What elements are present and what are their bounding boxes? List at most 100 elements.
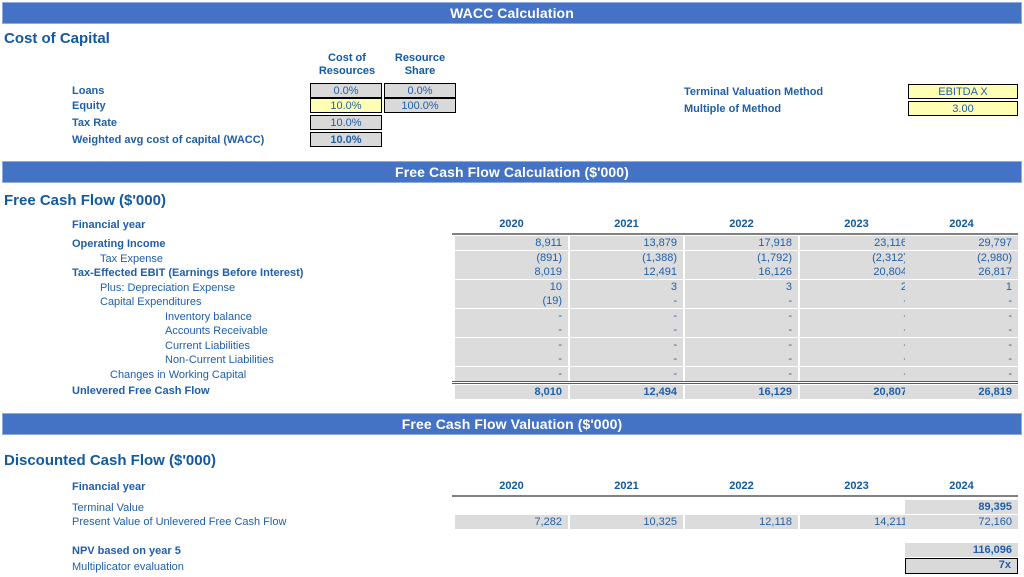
fcf-cell: - [685,323,798,337]
fcf-cell: - [570,309,683,323]
fcf-label-unlevered-free-cash-flow: Unlevered Free Cash Flow [72,385,210,397]
fcf-cell: - [905,367,1018,381]
fcf-cell: 16,126 [685,265,798,279]
dcf-cell: 14,211 [800,515,913,529]
fcf-cell: 29,797 [905,236,1018,250]
dcf-terminal-value-cell: 89,395 [905,500,1018,514]
banner-free-cash-flow-valuation: Free Cash Flow Valuation ($'000) [2,413,1022,435]
fcf-cell: (2,312) [800,251,913,265]
fcf-label-current-liabilities: Current Liabilities [165,340,250,352]
fcf-cell: 2 [800,280,913,294]
dcf-npv-value: 116,096 [905,543,1018,557]
fcf-cell: 3 [685,280,798,294]
fcf-label-operating-income: Operating Income [72,238,166,250]
label-weighted-avg-cost-of-capital: Weighted avg cost of capital (WACC) [72,134,265,146]
fcf-cell: - [455,323,568,337]
fcf-year-header-2022: 2022 [729,218,754,230]
fcf-cell: - [800,338,913,352]
fcf-cell: - [570,323,683,337]
fcf-year-header-2021: 2021 [614,218,639,230]
fcf-cell: - [570,338,683,352]
fcf-cell: (891) [455,251,568,265]
label-loans: Loans [72,85,105,97]
heading-discounted-cash-flow: Discounted Cash Flow ($'000) [4,452,216,469]
heading-cost-of-capital: Cost of Capital [4,30,110,47]
input-terminal-valuation-method[interactable]: EBITDA X [908,84,1018,99]
dcf-label-multiplicator-evaluation: Multiplicator evaluation [72,561,184,573]
input-loans-resource-share[interactable]: 0.0% [384,83,456,98]
fcf-label-tax-expense: Tax Expense [100,253,163,265]
fcf-cell: 12,491 [570,265,683,279]
fcf-cell: - [685,367,798,381]
fcf-label-accounts-receivable: Accounts Receivable [165,325,268,337]
input-equity-cost-of-resources[interactable]: 10.0% [310,98,382,113]
dcf-cell: 72,160 [905,515,1018,529]
dcf-header-rule [452,495,1018,497]
fcf-cell: 20,804 [800,265,913,279]
dcf-multiplicator-value: 7x [905,558,1018,574]
fcf-cell: 13,879 [570,236,683,250]
fcf-label-changes-working-capital: Changes in Working Capital [110,369,247,381]
value-wacc: 10.0% [310,132,382,147]
fcf-cell: - [570,367,683,381]
label-fcf-financial-year: Financial year [72,219,146,231]
fcf-cell: - [685,352,798,366]
fcf-label-tax-effected-ebit: Tax-Effected EBIT (Earnings Before Inter… [72,267,304,279]
input-loans-cost-of-resources[interactable]: 0.0% [310,83,382,98]
fcf-cell: 10 [455,280,568,294]
banner-wacc-calculation: WACC Calculation [2,2,1022,24]
banner-fcf-val-title: Free Cash Flow Valuation ($'000) [401,416,623,432]
fcf-total-cell: 8,010 [455,385,568,399]
fcf-cell: - [570,352,683,366]
fcf-cell: - [455,367,568,381]
fcf-cell: (19) [455,294,568,308]
dcf-year-header-2020: 2020 [499,480,524,492]
cost-of-resources-line2: Resources [318,65,376,77]
resource-share-line1: Resource [394,52,446,64]
column-header-cost-of-resources: Cost of Resources [308,52,386,78]
fcf-cell: - [455,309,568,323]
fcf-cell: - [455,352,568,366]
fcf-label-depreciation-expense: Plus: Depreciation Expense [100,282,236,294]
label-tax-rate: Tax Rate [72,117,118,129]
banner-fcf-calc-title: Free Cash Flow Calculation ($'000) [395,164,629,180]
dcf-year-header-2021: 2021 [614,480,639,492]
dcf-label-npv-based-on-year-5: NPV based on year 5 [72,545,181,557]
fcf-cell: 26,817 [905,265,1018,279]
dcf-cell: 10,325 [570,515,683,529]
dcf-label-terminal-value: Terminal Value [72,502,144,514]
fcf-total-cell: 16,129 [685,385,798,399]
label-terminal-valuation-method: Terminal Valuation Method [684,86,824,98]
fcf-total-cell: 20,807 [800,385,913,399]
fcf-cell: - [800,323,913,337]
fcf-cell: 23,116 [800,236,913,250]
fcf-year-header-2023: 2023 [844,218,869,230]
fcf-year-header-2024: 2024 [949,218,974,230]
label-multiple-of-method: Multiple of Method [684,103,782,115]
input-tax-rate[interactable]: 10.0% [310,115,382,130]
label-equity: Equity [72,100,106,112]
banner-wacc-title: WACC Calculation [450,5,574,21]
banner-free-cash-flow-calculation: Free Cash Flow Calculation ($'000) [2,161,1022,183]
dcf-cell: 7,282 [455,515,568,529]
fcf-total-cell: 12,494 [570,385,683,399]
dcf-label-present-value-ufcf: Present Value of Unlevered Free Cash Flo… [72,516,287,528]
fcf-cell: 1 [905,280,1018,294]
fcf-label-non-current-liabilities: Non-Current Liabilities [165,354,274,366]
fcf-total-rule [452,381,1018,384]
fcf-cell: - [905,309,1018,323]
fcf-cell: - [800,367,913,381]
input-multiple-of-method[interactable]: 3.00 [908,101,1018,116]
fcf-cell: - [685,294,798,308]
fcf-cell: - [685,338,798,352]
input-equity-resource-share[interactable]: 100.0% [384,98,456,113]
fcf-cell: 17,918 [685,236,798,250]
fcf-cell: - [685,309,798,323]
fcf-cell: - [905,323,1018,337]
fcf-cell: 3 [570,280,683,294]
fcf-label-capital-expenditures: Capital Expenditures [100,296,202,308]
fcf-cell: - [905,352,1018,366]
resource-share-line2: Share [404,65,436,77]
dcf-cell: 12,118 [685,515,798,529]
fcf-cell: (1,792) [685,251,798,265]
